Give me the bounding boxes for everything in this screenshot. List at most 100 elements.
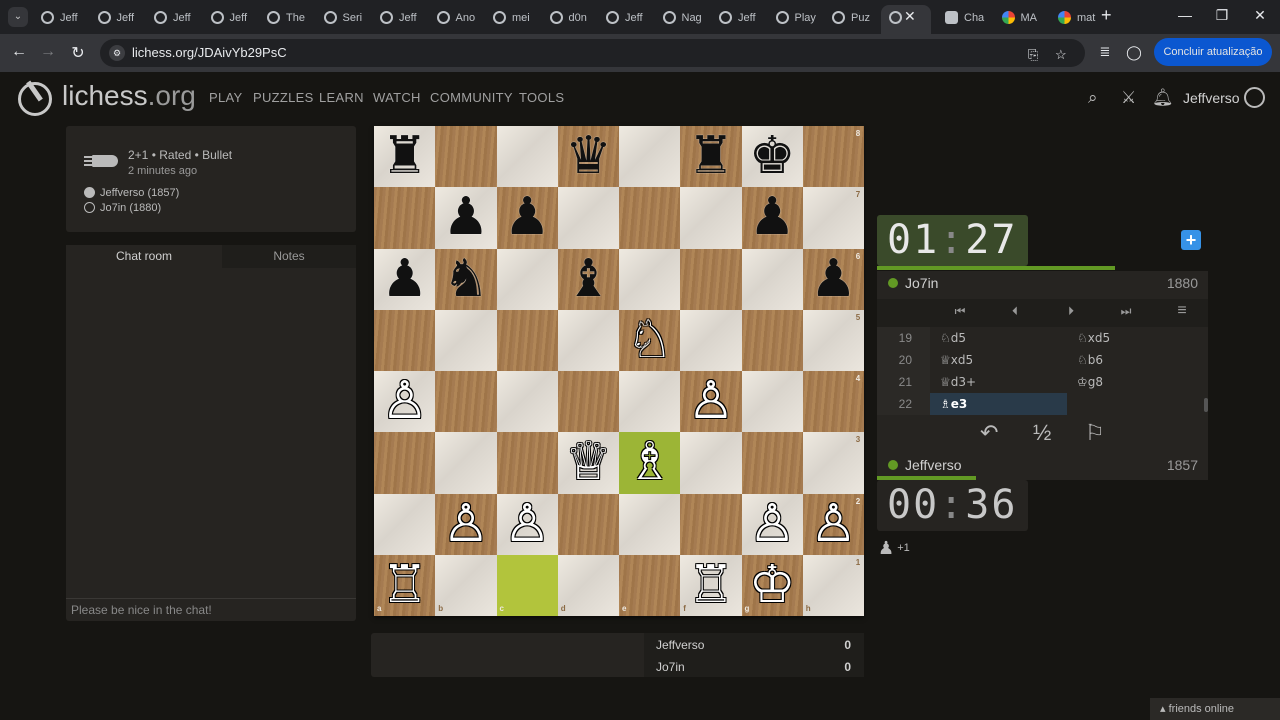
browser-tab[interactable]: Jeff [146, 5, 194, 31]
browser-tab[interactable]: Cha [937, 5, 985, 31]
square-c6[interactable] [496, 248, 558, 310]
square-e7[interactable] [619, 187, 681, 249]
profile-icon[interactable]: ◯ [1124, 44, 1144, 61]
challenge-swords-icon[interactable]: ⚔ [1121, 88, 1136, 108]
friends-online-bar[interactable]: ▴ friends online [1150, 698, 1280, 720]
close-window-button[interactable]: ✕ [1248, 7, 1272, 24]
white-move[interactable]: ♕d3+ [930, 371, 1067, 393]
site-info-icon[interactable]: ⚙ [109, 45, 125, 61]
menu-icon[interactable]: ≡ [1172, 302, 1192, 320]
square-b5[interactable] [435, 309, 497, 371]
black-knight-piece[interactable]: ♞ [435, 249, 496, 310]
tab-chat-room[interactable]: Chat room [66, 245, 222, 268]
first-move-icon[interactable]: ⏮ [950, 304, 970, 319]
white-move[interactable]: ♘d5 [930, 327, 1067, 349]
square-e8[interactable] [619, 126, 681, 188]
square-c1[interactable] [496, 554, 558, 616]
nav-watch[interactable]: WATCH [373, 90, 421, 105]
square-d1[interactable] [557, 554, 619, 616]
square-a3[interactable] [374, 432, 436, 494]
black-pawn-piece[interactable]: ♟ [374, 249, 435, 310]
square-c3[interactable] [496, 432, 558, 494]
black-queen-piece[interactable]: ♛ [558, 126, 619, 187]
media-control-icon[interactable]: ≣ [1095, 44, 1115, 60]
opponent-name[interactable]: Jo7in [905, 275, 938, 291]
white-pawn-piece[interactable]: ♙ [742, 494, 803, 555]
browser-tab[interactable]: Seri [316, 5, 364, 31]
browser-tab[interactable]: Jeff [372, 5, 420, 31]
square-d4[interactable] [557, 371, 619, 433]
omnibox[interactable]: ⚙ lichess.org/JDAivYb29PsC ⎘ ☆ [100, 39, 1085, 67]
white-rook-piece[interactable]: ♖ [374, 555, 435, 616]
browser-tab[interactable]: Jeff [203, 5, 251, 31]
black-pawn-piece[interactable]: ♟ [435, 187, 496, 248]
square-e2[interactable] [619, 493, 681, 555]
square-c5[interactable] [496, 309, 558, 371]
white-pawn-piece[interactable]: ♙ [803, 494, 864, 555]
square-e6[interactable] [619, 248, 681, 310]
browser-tab[interactable]: mei [485, 5, 533, 31]
back-button[interactable]: ← [9, 43, 29, 61]
black-pawn-piece[interactable]: ♟ [803, 249, 864, 310]
square-g5[interactable] [741, 309, 803, 371]
square-b1[interactable] [435, 554, 497, 616]
browser-tab[interactable]: Jeff [33, 5, 81, 31]
square-d5[interactable] [557, 309, 619, 371]
takeback-icon[interactable]: ↶ [980, 420, 998, 446]
square-f2[interactable] [680, 493, 742, 555]
white-player-info[interactable]: Jeffverso (1857) [84, 187, 179, 199]
browser-tab[interactable]: Play [768, 5, 816, 31]
white-king-piece[interactable]: ♔ [742, 555, 803, 616]
square-a7[interactable] [374, 187, 436, 249]
white-knight-piece[interactable]: ♘ [619, 310, 680, 371]
nav-tools[interactable]: TOOLS [519, 90, 564, 105]
tab-notes[interactable]: Notes [222, 245, 356, 268]
browser-tab[interactable]: The [259, 5, 307, 31]
username[interactable]: Jeffverso [1183, 90, 1240, 106]
browser-tab[interactable]: Nag [655, 5, 703, 31]
last-move-icon[interactable]: ⏭ [1116, 304, 1136, 319]
square-a5[interactable] [374, 309, 436, 371]
black-move[interactable]: ♘xd5 [1067, 327, 1204, 349]
nav-play[interactable]: PLAY [209, 90, 242, 105]
offer-draw-button[interactable]: ½ [1033, 420, 1051, 446]
nav-community[interactable]: COMMUNITY [430, 90, 513, 105]
browser-tab[interactable]: Jeff [711, 5, 759, 31]
chess-board[interactable]: a b c d e f g h 8 7 6 5 4 3 2 1 ♜ ♛ ♜ ♚ ♟ ♟ ♟ ♟ ♞ ♝ ♟ ♘ ♙ ♙ ♕ ♗ ♙ ♙ ♙ ♙ ♖ ♖ ♔ [374, 126, 864, 616]
prev-move-icon[interactable]: ⏴ [1005, 304, 1025, 319]
square-b8[interactable] [435, 126, 497, 188]
new-tab-button[interactable]: + [1101, 5, 1112, 26]
square-c8[interactable] [496, 126, 558, 188]
black-player-info[interactable]: Jo7in (1880) [84, 202, 161, 214]
maximize-button[interactable]: ❐ [1210, 7, 1234, 24]
bookmark-star-icon[interactable]: ☆ [1055, 47, 1067, 63]
white-pawn-piece[interactable]: ♙ [497, 494, 558, 555]
next-move-icon[interactable]: ⏵ [1061, 304, 1081, 319]
square-e1[interactable] [619, 554, 681, 616]
chat-input[interactable]: Please be nice in the chat! [66, 598, 356, 621]
black-move[interactable]: ♔g8 [1067, 371, 1204, 393]
nav-learn[interactable]: LEARN [319, 90, 364, 105]
square-e4[interactable] [619, 371, 681, 433]
install-app-icon[interactable]: ⎘ [1028, 47, 1038, 63]
add-time-button[interactable]: + [1181, 230, 1201, 250]
square-d2[interactable] [557, 493, 619, 555]
white-pawn-piece[interactable]: ♙ [374, 371, 435, 432]
square-a2[interactable] [374, 493, 436, 555]
square-g3[interactable] [741, 432, 803, 494]
tab-search-button[interactable]: ⌄ [8, 7, 28, 27]
browser-tab[interactable]: d0n [542, 5, 590, 31]
browser-tab[interactable]: MA [994, 5, 1042, 31]
square-d7[interactable] [557, 187, 619, 249]
square-b3[interactable] [435, 432, 497, 494]
browser-tab[interactable]: Jeff [598, 5, 646, 31]
browser-tab[interactable]: Jeff [90, 5, 138, 31]
black-move[interactable] [1067, 393, 1204, 415]
forward-button[interactable]: → [38, 43, 58, 61]
square-g6[interactable] [741, 248, 803, 310]
black-king-piece[interactable]: ♚ [742, 126, 803, 187]
reload-button[interactable]: ↻ [68, 43, 88, 63]
nav-puzzles[interactable]: PUZZLES [253, 90, 314, 105]
black-pawn-piece[interactable]: ♟ [497, 187, 558, 248]
white-bishop-piece[interactable]: ♗ [619, 432, 680, 493]
